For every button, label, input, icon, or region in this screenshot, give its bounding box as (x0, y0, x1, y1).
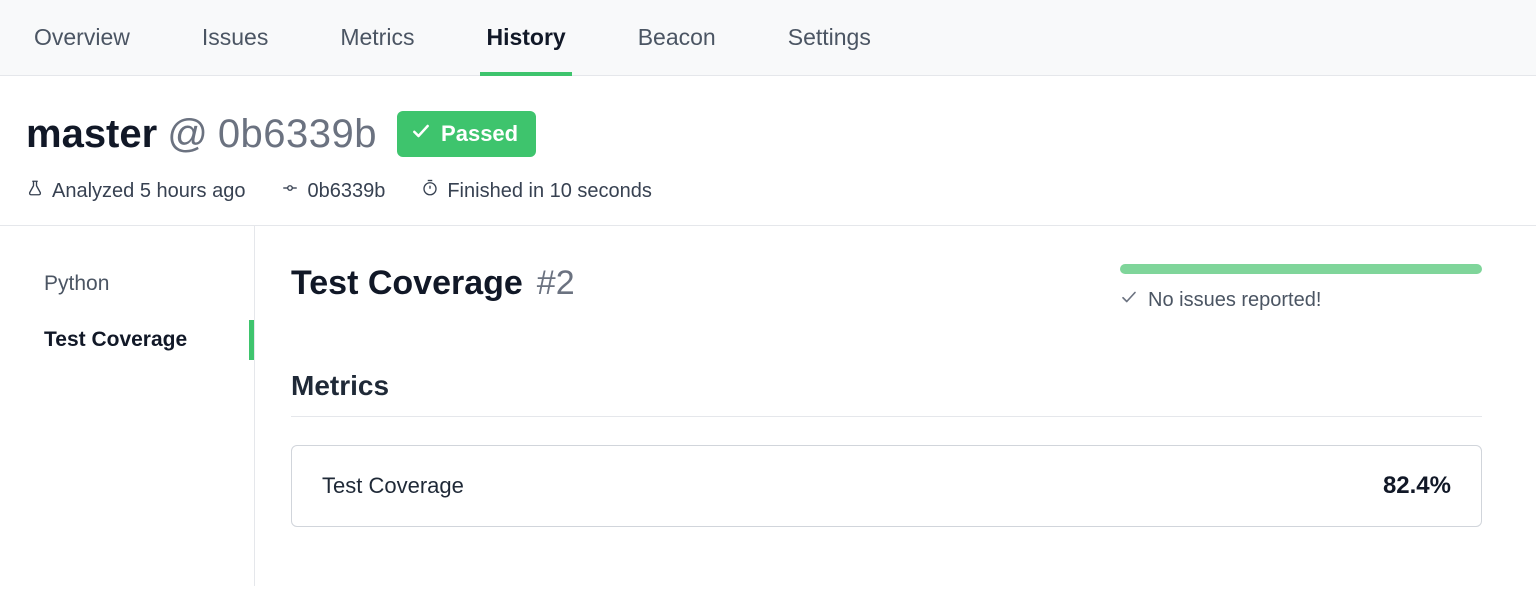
metrics-heading: Metrics (291, 370, 1482, 417)
check-icon (411, 121, 431, 147)
tab-history[interactable]: History (486, 0, 565, 76)
issues-summary-text: No issues reported! (1148, 289, 1321, 312)
branch-sha-title: master @ 0b6339b (26, 112, 377, 157)
stopwatch-icon (421, 179, 439, 203)
progress-bar (1120, 264, 1482, 274)
git-commit-icon (281, 179, 299, 203)
page-title-text: Test Coverage (291, 264, 523, 303)
meta-commit-text: 0b6339b (307, 180, 385, 203)
meta-analyzed: Analyzed 5 hours ago (26, 179, 245, 203)
tab-metrics[interactable]: Metrics (340, 0, 414, 76)
run-header: master @ 0b6339b Passed Analyzed 5 hours… (0, 76, 1536, 226)
sidebar: Python Test Coverage (0, 226, 255, 586)
tab-beacon[interactable]: Beacon (638, 0, 716, 76)
status-badge-passed: Passed (397, 111, 536, 157)
issues-summary: No issues reported! (1120, 264, 1482, 312)
at-separator: @ (167, 112, 208, 157)
commit-sha[interactable]: 0b6339b (218, 112, 377, 157)
metric-card-test-coverage[interactable]: Test Coverage 82.4% (291, 445, 1482, 527)
metric-label: Test Coverage (322, 473, 464, 499)
meta-commit[interactable]: 0b6339b (281, 179, 385, 203)
metric-value: 82.4% (1383, 472, 1451, 500)
flask-icon (26, 179, 44, 203)
tab-bar: Overview Issues Metrics History Beacon S… (0, 0, 1536, 76)
sidebar-item-test-coverage[interactable]: Test Coverage (0, 312, 254, 368)
sidebar-item-python[interactable]: Python (0, 256, 254, 312)
meta-duration: Finished in 10 seconds (421, 179, 652, 203)
run-meta: Analyzed 5 hours ago 0b6339b Finished in… (26, 179, 1510, 203)
tab-settings[interactable]: Settings (788, 0, 871, 76)
branch-name: master (26, 112, 157, 157)
run-number: #2 (537, 264, 575, 303)
status-badge-label: Passed (441, 121, 518, 147)
meta-duration-text: Finished in 10 seconds (447, 180, 652, 203)
tab-issues[interactable]: Issues (202, 0, 268, 76)
tab-overview[interactable]: Overview (34, 0, 130, 76)
meta-analyzed-text: Analyzed 5 hours ago (52, 180, 245, 203)
check-icon (1120, 288, 1138, 312)
page-title: Test Coverage #2 (291, 264, 575, 303)
main-panel: Test Coverage #2 No issues reported! Met… (255, 226, 1536, 586)
